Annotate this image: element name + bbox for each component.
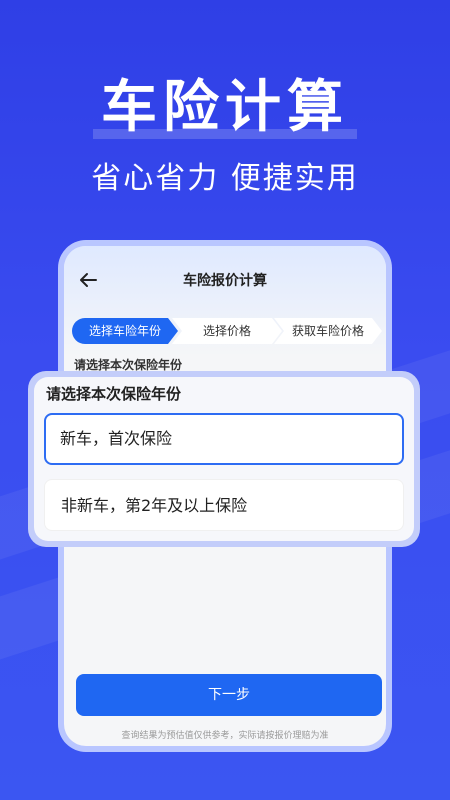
step-2-select-price: 选择价格 bbox=[172, 318, 282, 344]
next-step-button[interactable]: 下一步 bbox=[76, 674, 382, 716]
step-progress: 选择车险年份 选择价格 获取车险价格 bbox=[72, 318, 382, 344]
hero-subtitle: 省心省力 便捷实用 bbox=[91, 161, 359, 196]
popup-panel: 请选择本次保险年份 新车，首次保险 非新车，第2年及以上保险 bbox=[34, 377, 414, 541]
option-new-car[interactable]: 新车，首次保险 bbox=[44, 413, 404, 465]
page-title: 车险报价计算 bbox=[183, 273, 267, 289]
hero-title: 车险计算 bbox=[93, 62, 357, 143]
option-used-car[interactable]: 非新车，第2年及以上保险 bbox=[44, 479, 404, 531]
popup-title: 请选择本次保险年份 bbox=[46, 385, 182, 403]
step-1-select-year: 选择车险年份 bbox=[72, 318, 178, 344]
year-selection-popup: 请选择本次保险年份 新车，首次保险 非新车，第2年及以上保险 bbox=[28, 371, 420, 547]
nav-bar: 车险报价计算 bbox=[64, 266, 386, 296]
disclaimer-text: 查询结果为预估值仅供参考，实际请按报价理赔为准 bbox=[121, 731, 329, 741]
hero: 车险计算 省心省力 便捷实用 bbox=[0, 62, 450, 197]
step-3-get-price: 获取车险价格 bbox=[274, 318, 382, 344]
